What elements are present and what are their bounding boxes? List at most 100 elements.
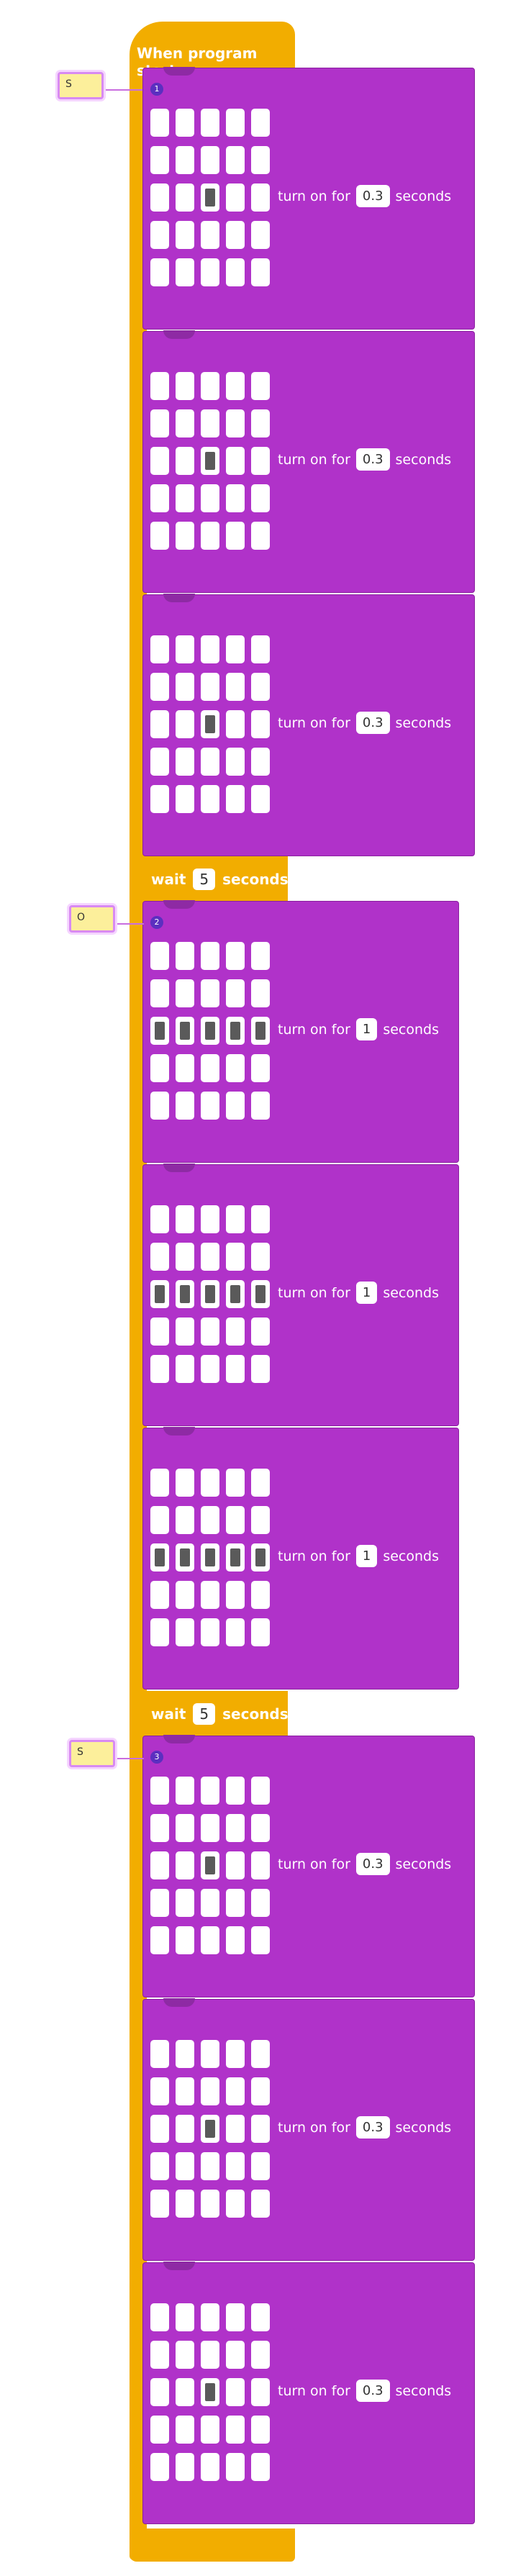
- led-cell[interactable]: [176, 2190, 194, 2218]
- led-cell[interactable]: [226, 1777, 245, 1805]
- led-block[interactable]: turn on for 0.3 seconds: [142, 594, 475, 856]
- duration-input[interactable]: 0.3: [355, 185, 390, 207]
- led-cell[interactable]: [201, 409, 219, 437]
- led-cell[interactable]: [150, 2416, 169, 2444]
- led-cell[interactable]: [201, 1205, 219, 1233]
- led-cell[interactable]: [150, 109, 169, 137]
- led-matrix[interactable]: [150, 2040, 270, 2218]
- led-cell[interactable]: [150, 1054, 169, 1082]
- led-cell[interactable]: [176, 1280, 194, 1308]
- led-cell[interactable]: [176, 2453, 194, 2481]
- led-cell[interactable]: [226, 1889, 245, 1917]
- led-cell[interactable]: [251, 1581, 270, 1609]
- led-cell[interactable]: [176, 2152, 194, 2180]
- led-cell[interactable]: [176, 109, 194, 137]
- led-cell[interactable]: [176, 1017, 194, 1045]
- led-cell[interactable]: [176, 1543, 194, 1572]
- led-cell[interactable]: [150, 1355, 169, 1383]
- led-cell[interactable]: [176, 1814, 194, 1842]
- led-cell[interactable]: [150, 2152, 169, 2180]
- led-block[interactable]: turn on for 0.3 seconds: [142, 1998, 475, 2261]
- led-matrix[interactable]: [150, 109, 270, 286]
- led-cell[interactable]: [176, 748, 194, 776]
- led-cell[interactable]: [176, 2378, 194, 2406]
- led-cell[interactable]: [150, 258, 169, 286]
- led-cell[interactable]: [201, 2077, 219, 2105]
- led-cell[interactable]: [226, 2416, 245, 2444]
- led-cell[interactable]: [226, 1506, 245, 1534]
- led-cell[interactable]: [150, 1017, 169, 1045]
- led-cell[interactable]: [226, 1243, 245, 1271]
- led-cell[interactable]: [251, 258, 270, 286]
- led-cell[interactable]: [251, 1205, 270, 1233]
- led-cell[interactable]: [150, 1506, 169, 1534]
- led-cell[interactable]: [251, 2077, 270, 2105]
- led-cell[interactable]: [201, 1581, 219, 1609]
- led-cell[interactable]: [226, 2341, 245, 2369]
- led-cell[interactable]: [176, 221, 194, 249]
- led-cell[interactable]: [226, 710, 245, 738]
- led-cell[interactable]: [176, 372, 194, 400]
- led-cell[interactable]: [201, 2453, 219, 2481]
- led-cell[interactable]: [150, 2077, 169, 2105]
- led-cell[interactable]: [226, 1092, 245, 1120]
- led-cell[interactable]: [176, 942, 194, 970]
- duration-input[interactable]: 1: [355, 1018, 378, 1040]
- led-cell[interactable]: [251, 2453, 270, 2481]
- led-cell[interactable]: [176, 183, 194, 212]
- led-cell[interactable]: [176, 1318, 194, 1346]
- led-cell[interactable]: [201, 2190, 219, 2218]
- led-cell[interactable]: [251, 1280, 270, 1308]
- led-cell[interactable]: [226, 221, 245, 249]
- led-cell[interactable]: [176, 2115, 194, 2143]
- led-cell[interactable]: [150, 710, 169, 738]
- led-block[interactable]: turn on for 0.3 seconds: [142, 2262, 475, 2524]
- led-cell[interactable]: [251, 748, 270, 776]
- led-cell[interactable]: [226, 258, 245, 286]
- led-cell[interactable]: [226, 1017, 245, 1045]
- led-cell[interactable]: [150, 1777, 169, 1805]
- led-cell[interactable]: [251, 522, 270, 550]
- when-program-starts-block[interactable]: When program starts: [130, 22, 295, 79]
- led-cell[interactable]: [226, 1318, 245, 1346]
- led-cell[interactable]: [226, 2303, 245, 2331]
- led-cell[interactable]: [201, 1054, 219, 1082]
- led-cell[interactable]: [251, 1506, 270, 1534]
- comment-note[interactable]: O: [69, 905, 115, 933]
- led-cell[interactable]: [201, 1618, 219, 1646]
- led-cell[interactable]: [176, 1243, 194, 1271]
- led-cell[interactable]: [176, 2040, 194, 2068]
- led-cell[interactable]: [176, 979, 194, 1007]
- led-cell[interactable]: [150, 1618, 169, 1646]
- led-cell[interactable]: [226, 673, 245, 701]
- led-cell[interactable]: [226, 484, 245, 512]
- led-cell[interactable]: [251, 2115, 270, 2143]
- led-cell[interactable]: [150, 1469, 169, 1497]
- led-cell[interactable]: [201, 1318, 219, 1346]
- led-cell[interactable]: [150, 1889, 169, 1917]
- led-cell[interactable]: [176, 1618, 194, 1646]
- led-cell[interactable]: [201, 673, 219, 701]
- led-cell[interactable]: [251, 635, 270, 663]
- led-cell[interactable]: [150, 979, 169, 1007]
- led-cell[interactable]: [201, 183, 219, 212]
- led-matrix[interactable]: [150, 635, 270, 813]
- led-cell[interactable]: [226, 1926, 245, 1954]
- led-cell[interactable]: [201, 1243, 219, 1271]
- led-cell[interactable]: [201, 1777, 219, 1805]
- led-cell[interactable]: [251, 673, 270, 701]
- led-cell[interactable]: [226, 1280, 245, 1308]
- led-cell[interactable]: [201, 785, 219, 813]
- led-block[interactable]: turn on for 0.3 seconds: [142, 330, 475, 593]
- led-cell[interactable]: [150, 2341, 169, 2369]
- led-cell[interactable]: [226, 409, 245, 437]
- led-cell[interactable]: [201, 1506, 219, 1534]
- led-cell[interactable]: [176, 1092, 194, 1120]
- led-cell[interactable]: [150, 1581, 169, 1609]
- led-cell[interactable]: [226, 2378, 245, 2406]
- led-cell[interactable]: [251, 1814, 270, 1842]
- led-cell[interactable]: [176, 258, 194, 286]
- led-cell[interactable]: [201, 710, 219, 738]
- led-cell[interactable]: [251, 2303, 270, 2331]
- led-cell[interactable]: [176, 1355, 194, 1383]
